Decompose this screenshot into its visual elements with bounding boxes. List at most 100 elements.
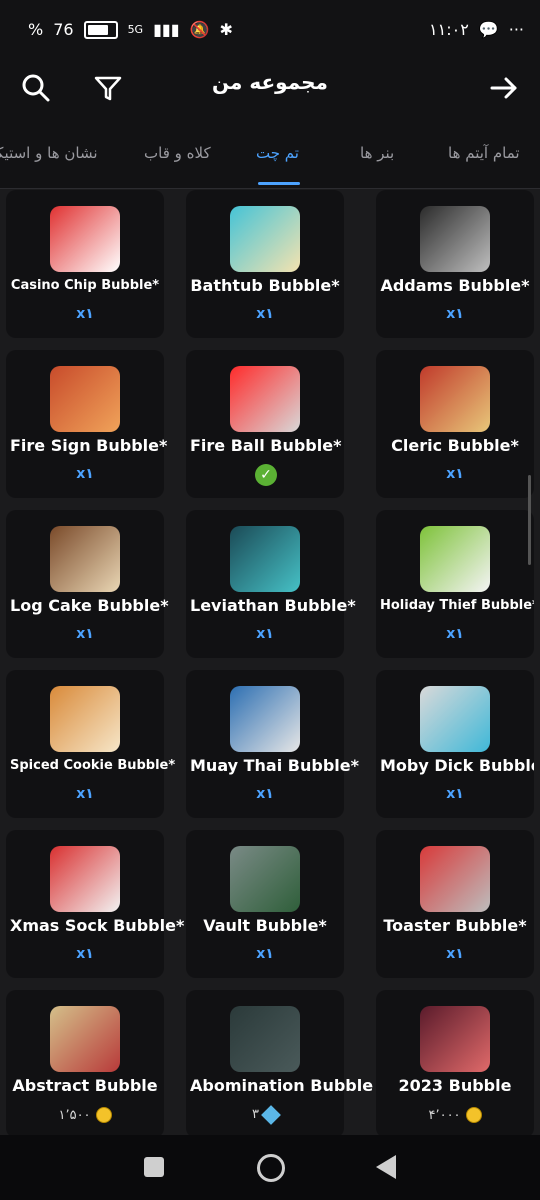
item-card[interactable]: Abstract Bubble ۱٬۵۰۰ bbox=[6, 990, 164, 1135]
item-name: Addams Bubble* bbox=[380, 276, 530, 295]
back-button[interactable] bbox=[376, 1155, 396, 1179]
item-price: ۴٬۰۰۰ bbox=[376, 1107, 534, 1123]
chat-icon: 💬 bbox=[478, 20, 499, 39]
signal-icon: ▮▮▮ bbox=[153, 20, 180, 39]
item-card[interactable]: Addams Bubble* x۱ bbox=[376, 190, 534, 338]
item-count: x۱ bbox=[446, 786, 464, 802]
item-name: Cleric Bubble* bbox=[391, 436, 519, 455]
item-thumbnail bbox=[420, 526, 490, 592]
item-card[interactable]: Log Cake Bubble* x۱ bbox=[6, 510, 169, 658]
gem-icon bbox=[261, 1104, 281, 1125]
item-name: Fire Sign Bubble* bbox=[10, 436, 168, 455]
dnd-icon: 🔕 bbox=[189, 20, 210, 39]
tab-indicator bbox=[258, 182, 300, 185]
item-name: 2023 Bubble bbox=[398, 1076, 512, 1095]
item-card[interactable]: 2023 Bubble ۴٬۰۰۰ bbox=[376, 990, 534, 1135]
scrollbar[interactable] bbox=[528, 475, 531, 565]
item-card[interactable]: Cleric Bubble* x۱ bbox=[376, 350, 534, 498]
status-right: ۱۱:۰۲ 💬 ··· bbox=[429, 20, 524, 39]
battery-icon bbox=[83, 20, 118, 39]
owned-check-icon: ✓ bbox=[255, 464, 277, 486]
item-price: ۱٬۵۰۰ bbox=[6, 1107, 164, 1123]
item-count: x۱ bbox=[256, 786, 274, 802]
item-name: Abstract Bubble bbox=[12, 1076, 158, 1095]
item-thumbnail bbox=[50, 1006, 120, 1072]
items-grid: Casino Chip Bubble* x۱ Bathtub Bubble* x۱ Ad… bbox=[6, 190, 534, 1135]
tab-hats-frames[interactable]: کلاه و قاب bbox=[144, 144, 211, 162]
item-name: Moby Dick Bubble* bbox=[380, 756, 534, 775]
item-card[interactable]: Fire Sign Bubble* x۱ bbox=[6, 350, 168, 498]
item-thumbnail bbox=[230, 1006, 300, 1072]
coin-icon bbox=[465, 1107, 482, 1123]
item-thumbnail bbox=[50, 206, 120, 272]
item-name: Toaster Bubble* bbox=[383, 916, 527, 935]
item-thumbnail bbox=[420, 1006, 490, 1072]
battery-percent-prefix: % bbox=[28, 20, 44, 39]
tab-all-items[interactable]: تمام آیتم ها bbox=[448, 144, 520, 162]
network-label: 5G bbox=[127, 23, 144, 36]
item-card[interactable]: Moby Dick Bubble* x۱ bbox=[376, 670, 534, 818]
recent-apps-button[interactable] bbox=[144, 1157, 164, 1177]
price-value: ۳ bbox=[252, 1107, 259, 1122]
item-card[interactable]: Muay Thai Bubble* x۱ bbox=[186, 670, 359, 818]
item-thumbnail bbox=[230, 846, 300, 912]
item-thumbnail bbox=[420, 846, 490, 912]
item-count: x۱ bbox=[446, 306, 464, 322]
item-name: Holiday Thief Bubble* bbox=[380, 598, 534, 613]
page-title: مجموعه من bbox=[212, 70, 328, 94]
top-bar: مجموعه من bbox=[0, 62, 540, 120]
item-card[interactable]: Spiced Cookie Bubble* x۱ bbox=[6, 670, 176, 818]
item-name: Leviathan Bubble* bbox=[190, 596, 356, 615]
item-thumbnail bbox=[420, 686, 490, 752]
tab-chat-themes[interactable]: تم چت bbox=[256, 144, 299, 162]
tab-banners[interactable]: بنر ها bbox=[360, 144, 394, 162]
item-card[interactable]: Bathtub Bubble* x۱ bbox=[186, 190, 344, 338]
item-thumbnail bbox=[230, 686, 300, 752]
item-thumbnail bbox=[230, 366, 300, 432]
item-card[interactable]: Holiday Thief Bubble* x۱ bbox=[376, 510, 534, 658]
tab-badges-stickers[interactable]: نشان ها و استیکر bbox=[0, 144, 98, 162]
item-count: x۱ bbox=[76, 946, 94, 962]
item-card[interactable]: Leviathan Bubble* x۱ bbox=[186, 510, 356, 658]
item-card[interactable]: Casino Chip Bubble* x۱ bbox=[6, 190, 164, 338]
price-value: ۱٬۵۰۰ bbox=[58, 1107, 91, 1123]
arrow-right-icon bbox=[490, 77, 517, 99]
item-thumbnail bbox=[230, 526, 300, 592]
item-count: x۱ bbox=[446, 466, 464, 482]
item-card[interactable]: Xmas Sock Bubble* x۱ bbox=[6, 830, 185, 978]
price-value: ۴٬۰۰۰ bbox=[428, 1107, 461, 1123]
time: ۱۱:۰۲ bbox=[429, 20, 469, 39]
item-name: Casino Chip Bubble* bbox=[10, 278, 160, 293]
item-thumbnail bbox=[50, 366, 120, 432]
item-thumbnail bbox=[230, 206, 300, 272]
item-thumbnail bbox=[50, 686, 120, 752]
item-name: Muay Thai Bubble* bbox=[190, 756, 359, 775]
item-card[interactable]: Abomination Bubble ۳ bbox=[186, 990, 373, 1135]
item-count: x۱ bbox=[256, 306, 274, 322]
item-name: Fire Ball Bubble* bbox=[190, 436, 342, 455]
item-card[interactable]: Toaster Bubble* x۱ bbox=[376, 830, 534, 978]
item-count: x۱ bbox=[446, 626, 464, 642]
forward-button[interactable] bbox=[484, 68, 524, 108]
item-count: x۱ bbox=[76, 626, 94, 642]
item-price: ۳ bbox=[186, 1104, 344, 1125]
item-name: Xmas Sock Bubble* bbox=[10, 916, 185, 935]
item-card[interactable]: Fire Ball Bubble* ✓ bbox=[186, 350, 344, 498]
item-name: Spiced Cookie Bubble* bbox=[10, 758, 176, 773]
item-count: x۱ bbox=[76, 786, 94, 802]
battery-percent: 76 bbox=[53, 20, 74, 39]
home-button[interactable] bbox=[257, 1154, 285, 1182]
item-name: Bathtub Bubble* bbox=[190, 276, 340, 295]
system-nav-bar bbox=[0, 1135, 540, 1200]
status-left: % 76 5G ▮▮▮ 🔕 ✱ bbox=[28, 20, 233, 39]
status-bar: % 76 5G ▮▮▮ 🔕 ✱ ۱۱:۰۲ 💬 ··· bbox=[0, 0, 540, 62]
item-name: Log Cake Bubble* bbox=[10, 596, 169, 615]
item-count: x۱ bbox=[256, 946, 274, 962]
coin-icon bbox=[95, 1107, 112, 1123]
item-count: x۱ bbox=[76, 466, 94, 482]
item-card[interactable]: Vault Bubble* x۱ bbox=[186, 830, 344, 978]
item-thumbnail bbox=[50, 846, 120, 912]
more-icon: ··· bbox=[508, 20, 524, 39]
item-thumbnail bbox=[50, 526, 120, 592]
item-count: x۱ bbox=[256, 626, 274, 642]
